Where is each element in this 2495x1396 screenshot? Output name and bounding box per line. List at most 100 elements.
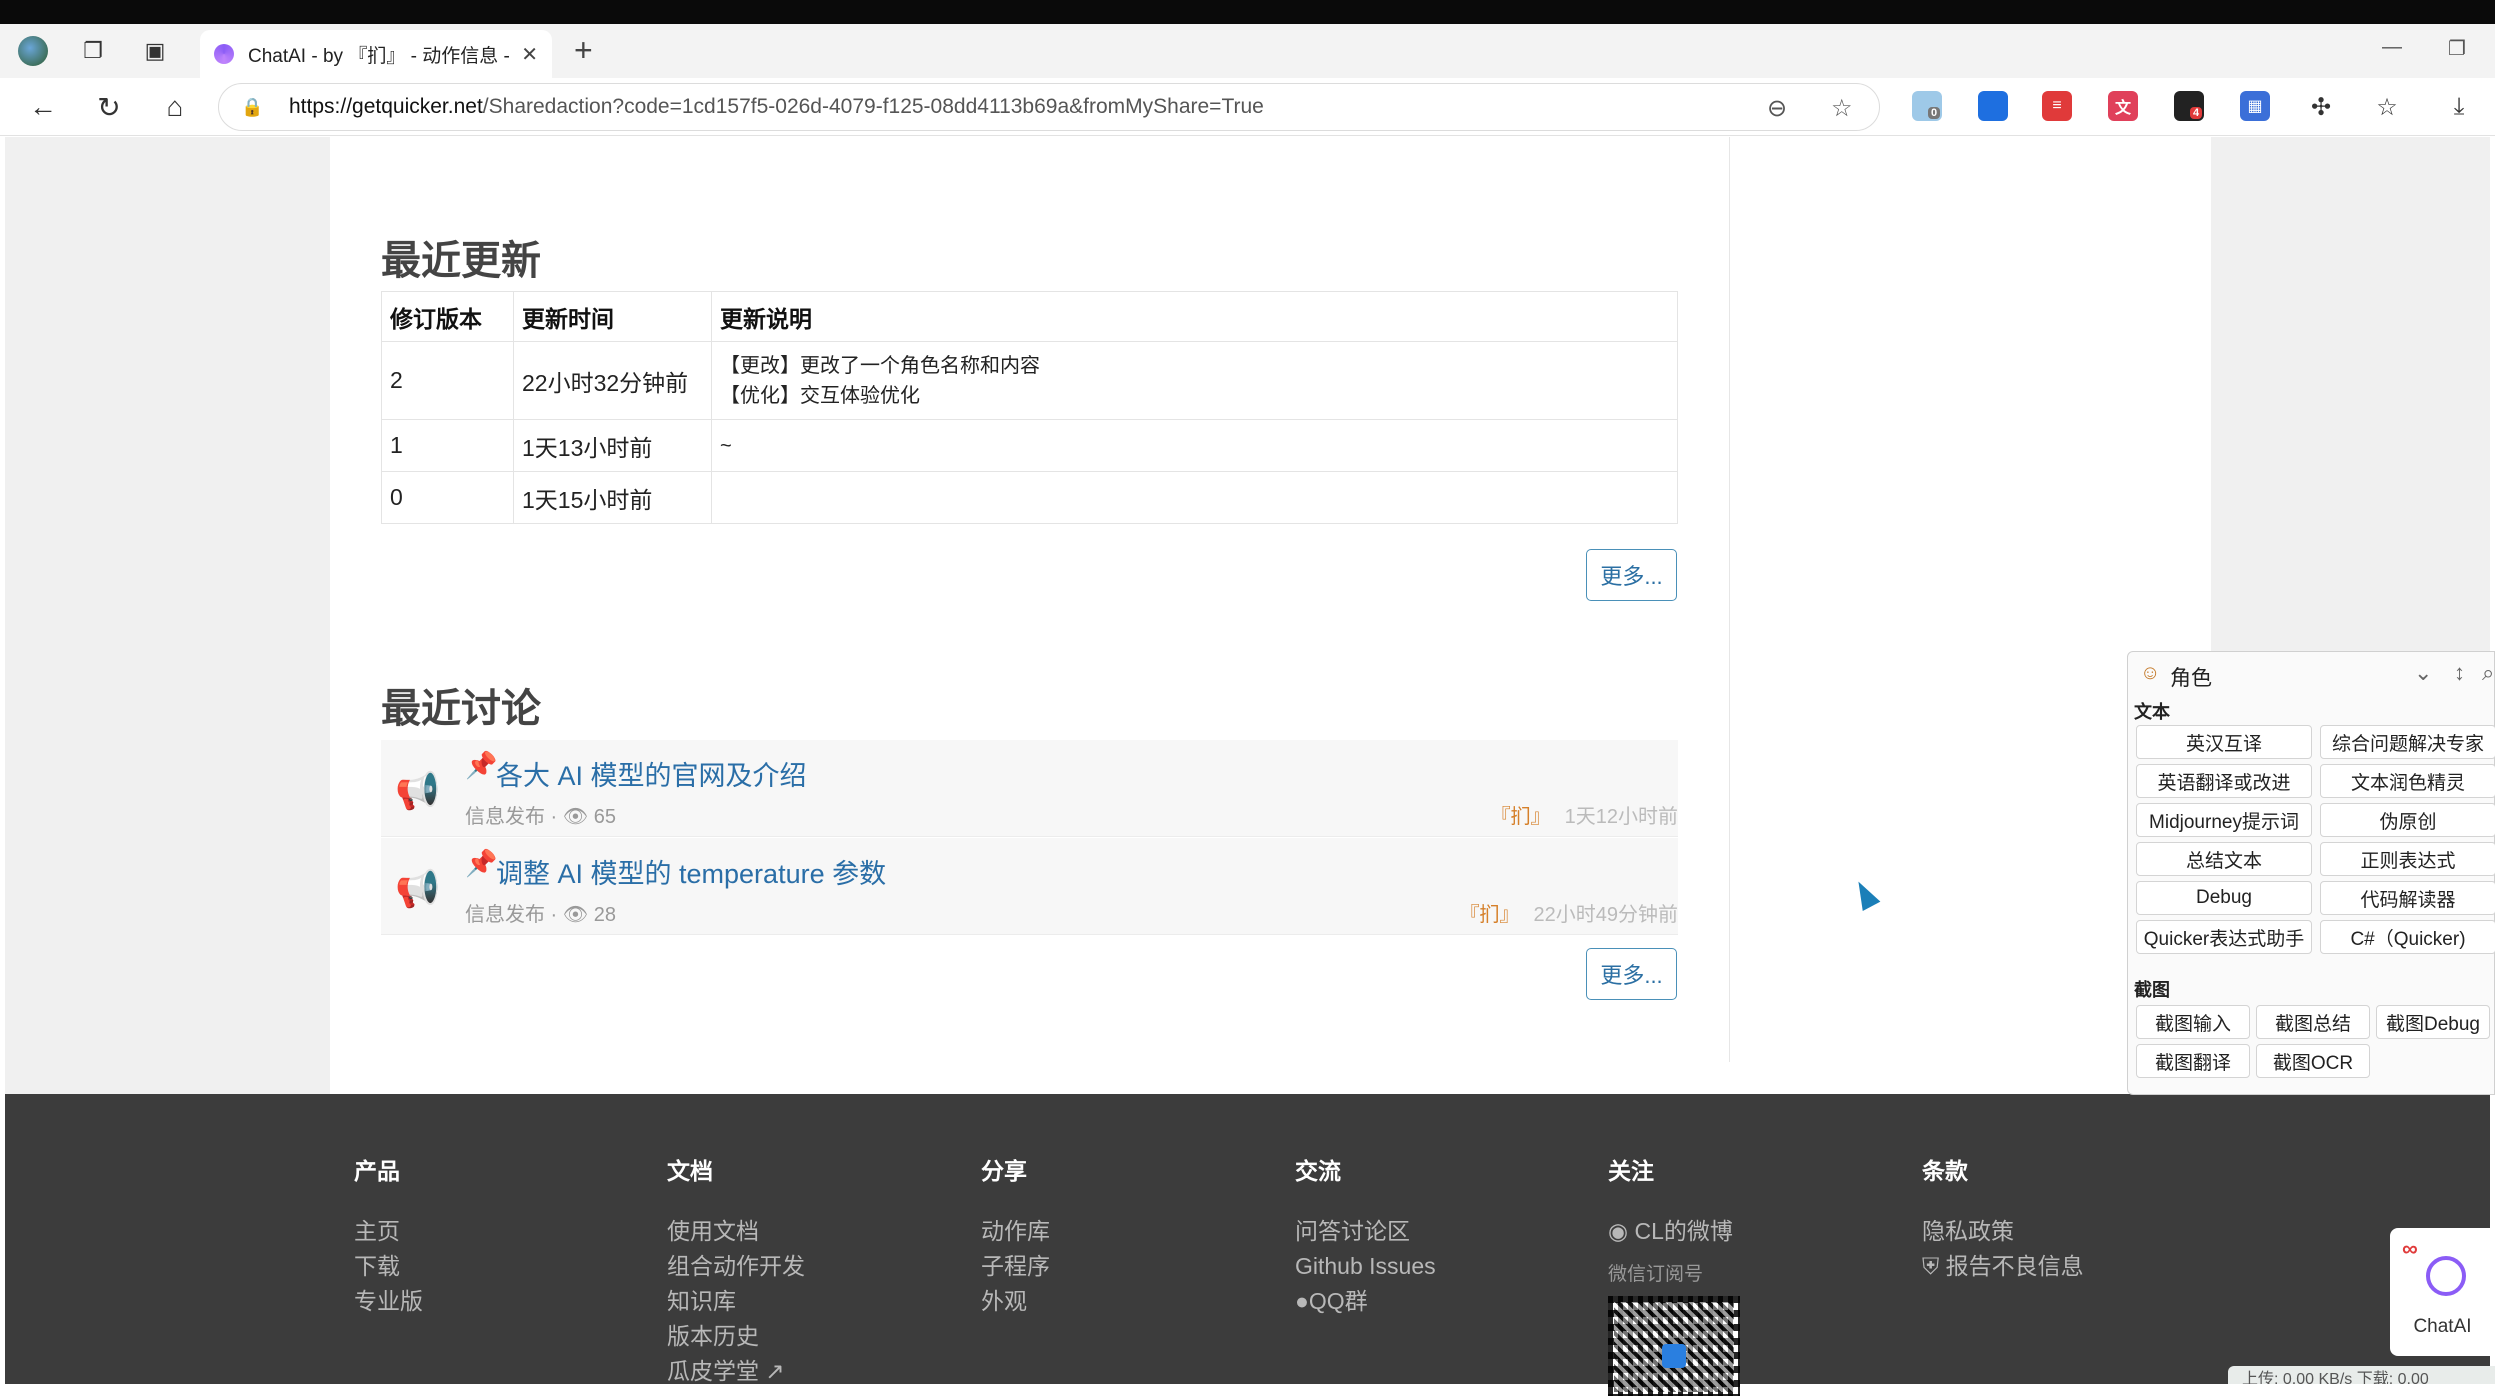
discussion-meta: 信息发布 · 👁 28 (465, 904, 616, 926)
table-row: 1 1天13小时前 ~ (381, 419, 1678, 472)
downloads-icon[interactable]: ⤓ (2440, 88, 2478, 126)
footer-link[interactable]: 问答讨论区 (1295, 1214, 1436, 1249)
extension-tag-icon[interactable] (1978, 91, 2008, 121)
extensions-puzzle-icon[interactable]: ✣ (2302, 88, 2340, 126)
main-content (330, 137, 2211, 1094)
discussion-time: 22小时49分钟前 (1533, 904, 1679, 926)
footer-link[interactable]: 版本历史 (667, 1319, 805, 1354)
extension-chat-icon[interactable]: 4 (2174, 91, 2204, 121)
footer-col-community: 交流 问答讨论区 Github Issues ●QQ群 (1295, 1152, 1436, 1319)
col-notes: 更新说明 (711, 291, 1678, 342)
row-version: 0 (381, 471, 514, 524)
footer-link[interactable]: 主页 (354, 1214, 423, 1249)
favorite-star-icon[interactable]: ☆ (1831, 94, 1853, 123)
discussion-title[interactable]: 各大 AI 模型的官网及介绍 (496, 754, 807, 793)
footer-link[interactable]: 动作库 (981, 1214, 1050, 1249)
role-button[interactable]: 总结文本 (2136, 842, 2312, 876)
footer-link[interactable]: 外观 (981, 1284, 1050, 1319)
chatai-widget[interactable]: ∞ ChatAI (2390, 1228, 2495, 1356)
pin-panel-icon[interactable]: ⌕ (2482, 660, 2494, 686)
infinity-icon: ∞ (2402, 1236, 2418, 1261)
extension-tab-icon[interactable]: 0 (1912, 91, 1942, 121)
role-button[interactable]: 英语翻译或改进 (2136, 764, 2312, 798)
footer-link-weibo[interactable]: ◉ CL的微博 (1608, 1214, 1740, 1249)
screenshot-button[interactable]: 截图OCR (2256, 1044, 2370, 1078)
extension-note-icon[interactable]: ≡ (2042, 91, 2072, 121)
footer-link[interactable]: 组合动作开发 (667, 1249, 805, 1284)
role-button[interactable]: 文本润色精灵 (2320, 764, 2495, 798)
discussion-author[interactable]: 『扪』 (1491, 806, 1551, 828)
role-button[interactable]: C#（Quicker) (2320, 920, 2495, 954)
home-icon[interactable]: ⌂ (156, 88, 194, 126)
minimize-icon[interactable]: — (2382, 36, 2402, 59)
resize-vertical-icon[interactable]: ↕ (2454, 660, 2465, 686)
footer-col-terms: 条款 隐私政策 ⛨ 报告不良信息 (1922, 1152, 2084, 1284)
refresh-icon[interactable]: ↻ (90, 88, 128, 126)
role-panel-title: 角色 (2170, 667, 2212, 690)
profile-avatar-icon[interactable] (16, 34, 50, 68)
role-button[interactable]: 伪原创 (2320, 803, 2495, 837)
collections-icon[interactable]: ❐ (76, 34, 110, 68)
footer-link[interactable]: 专业版 (354, 1284, 423, 1319)
new-tab-icon[interactable]: + (574, 34, 593, 66)
updates-more-button[interactable]: 更多... (1586, 549, 1677, 601)
role-button[interactable]: 综合问题解决专家 (2320, 725, 2495, 759)
role-button[interactable]: 英汉互译 (2136, 725, 2312, 759)
role-button[interactable]: Quicker表达式助手 (2136, 920, 2312, 954)
discussion-item[interactable]: 📢 📌 各大 AI 模型的官网及介绍 信息发布 · 👁 65 『扪』 1天12小时… (381, 740, 1678, 837)
row-time: 22小时32分钟前 (513, 341, 712, 420)
discussion-category[interactable]: 信息发布 (465, 904, 545, 926)
chevron-down-icon[interactable]: ⌄ (2414, 660, 2432, 686)
row-notes: 【更改】更改了一个角色名称和内容 【优化】交互体验优化 (711, 341, 1678, 420)
role-button[interactable]: 代码解读器 (2320, 881, 2495, 915)
restore-icon[interactable]: ❐ (2448, 36, 2466, 61)
extension-grid-icon[interactable]: ▦ (2240, 91, 2270, 121)
close-tab-icon[interactable]: ✕ (521, 42, 538, 67)
footer-link-report[interactable]: ⛨ 报告不良信息 (1922, 1249, 2084, 1284)
extension-translate-icon[interactable]: 文 (2108, 91, 2138, 121)
screenshot-button[interactable]: 截图总结 (2256, 1005, 2370, 1039)
favorites-icon[interactable]: ☆ (2368, 88, 2406, 126)
recent-discussions-title: 最近讨论 (381, 686, 541, 732)
screenshot-button[interactable]: 截图Debug (2376, 1005, 2490, 1039)
tab-actions-icon[interactable]: ▣ (138, 34, 172, 68)
tab-title: ChatAI - by 『扪』 - 动作信息 - Q (248, 45, 514, 67)
footer-link[interactable]: Github Issues (1295, 1249, 1436, 1284)
megaphone-icon: 📢 (395, 868, 440, 909)
role-button[interactable]: Midjourney提示词 (2136, 803, 2312, 837)
footer-heading: 产品 (354, 1158, 400, 1184)
tab-chatai[interactable]: ChatAI - by 『扪』 - 动作信息 - Q ✕ (200, 30, 552, 78)
footer-link[interactable]: 下载 (354, 1249, 423, 1284)
discussion-item[interactable]: 📢 📌 调整 AI 模型的 temperature 参数 信息发布 · 👁 28… (381, 838, 1678, 935)
discussions-more-button[interactable]: 更多... (1586, 948, 1677, 1000)
recent-updates-title: 最近更新 (381, 238, 541, 284)
footer-link[interactable]: 知识库 (667, 1284, 805, 1319)
footer-link-qq[interactable]: ●QQ群 (1295, 1284, 1436, 1319)
col-time: 更新时间 (513, 291, 712, 342)
footer-col-product: 产品 主页 下载 专业版 (354, 1152, 423, 1319)
footer-heading: 条款 (1922, 1158, 1968, 1184)
address-bar[interactable]: 🔒 https://getquicker.net/Sharedaction?co… (218, 83, 1880, 131)
qq-icon: ● (1295, 1288, 1309, 1314)
role-button[interactable]: Debug (2136, 881, 2312, 915)
footer-link[interactable]: 隐私政策 (1922, 1214, 2084, 1249)
back-icon[interactable]: ← (24, 88, 62, 126)
lock-icon[interactable]: 🔒 (241, 97, 271, 118)
role-button[interactable]: 正则表达式 (2320, 842, 2495, 876)
footer-link[interactable]: 子程序 (981, 1249, 1050, 1284)
wechat-qr-code (1608, 1296, 1740, 1396)
megaphone-icon: 📢 (395, 770, 440, 811)
discussion-category[interactable]: 信息发布 (465, 806, 545, 828)
discussion-author[interactable]: 『扪』 (1460, 904, 1520, 926)
note-line: 【优化】交互体验优化 (720, 384, 920, 407)
col-version: 修订版本 (381, 291, 514, 342)
discussion-time: 1天12小时前 (1564, 806, 1678, 828)
more-dots-icon[interactable]: ⊖ (1767, 94, 1787, 123)
discussion-title[interactable]: 调整 AI 模型的 temperature 参数 (496, 852, 886, 891)
note-line: 【更改】更改了一个角色名称和内容 (720, 354, 1040, 377)
screenshot-button[interactable]: 截图输入 (2136, 1005, 2250, 1039)
screenshot-button[interactable]: 截图翻译 (2136, 1044, 2250, 1078)
footer-link[interactable]: 使用文档 (667, 1214, 805, 1249)
discussion-meta: 信息发布 · 👁 65 (465, 806, 616, 828)
view-count: 28 (593, 904, 616, 926)
